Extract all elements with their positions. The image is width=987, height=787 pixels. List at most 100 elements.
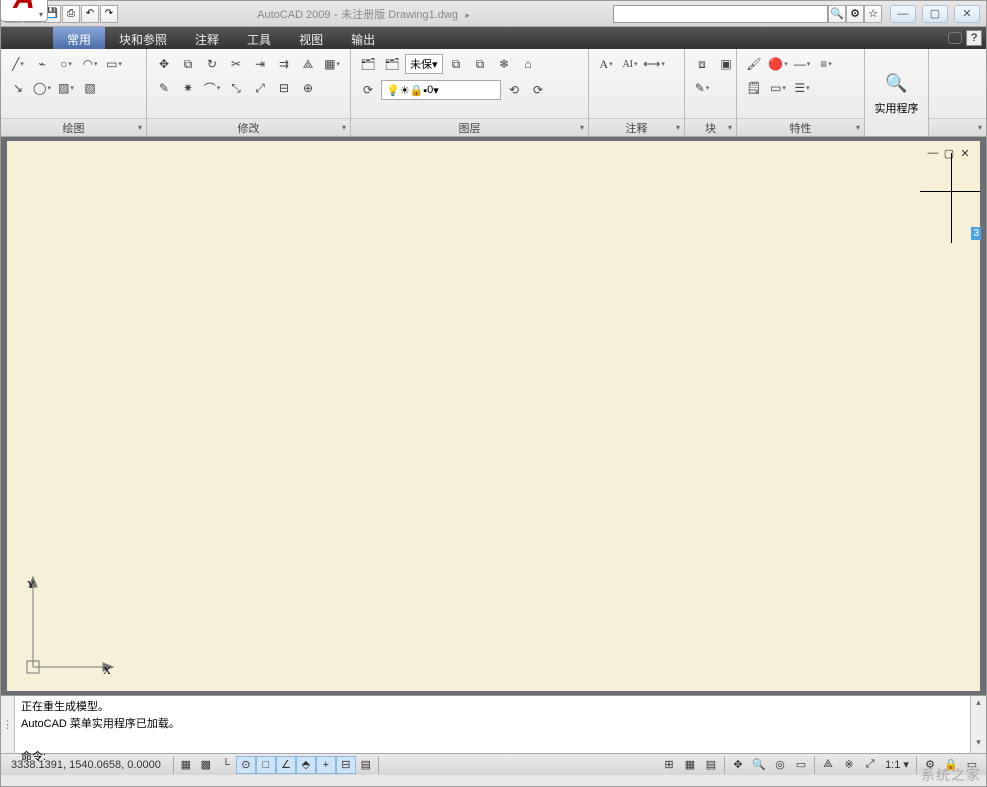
move-tool[interactable]: ✥ [153,53,175,75]
status-ducs[interactable]: ⬘ [296,756,316,774]
status-qp[interactable]: ▤ [356,756,376,774]
extend-tool[interactable]: ⇥ [249,53,271,75]
lineweight-dropdown[interactable]: ≡ [815,53,837,75]
status-grid[interactable]: ▩ [196,756,216,774]
status-osnap[interactable]: □ [256,756,276,774]
anno-scale-icon[interactable]: ⟁ [818,756,838,774]
mirror-tool[interactable]: ⟁ [297,53,319,75]
copy-tool[interactable]: ⧉ [177,53,199,75]
scale-tool[interactable]: ⤢ [249,77,271,99]
panel-title-properties[interactable]: 特性▾ [737,118,864,136]
anno-visibility[interactable]: ※ [839,756,859,774]
ellipse-tool[interactable]: ◯ [31,77,53,99]
anno-autoscale[interactable]: ⤢ [860,756,880,774]
command-text[interactable]: 正在重生成模型。 AutoCAD 菜单实用程序已加载。 命令: [15,696,970,753]
viewport-maximize[interactable]: ▢ [942,147,956,159]
erase-tool[interactable]: ✎ [153,77,175,99]
status-lwt[interactable]: ⊟ [336,756,356,774]
viewport-minimize[interactable]: — [926,147,940,159]
stretch-tool[interactable]: ⤡ [225,77,247,99]
viewport-tab-marker[interactable]: 3 [971,227,981,240]
layer-off-button[interactable]: ⌂ [517,53,539,75]
tab-注释[interactable]: 注释 [181,27,233,49]
layer-freeze-button[interactable]: ❄ [493,53,515,75]
status-ortho[interactable]: └ [216,756,236,774]
layer-iso-button[interactable]: ⧉ [445,53,467,75]
break-tool[interactable]: ⊟ [273,77,295,99]
help-button[interactable]: ? [966,30,982,46]
quickview-layouts[interactable]: ▦ [680,756,700,774]
pan[interactable]: ✥ [728,756,748,774]
viewport-close[interactable]: ✕ [958,147,972,159]
properties-palette-button[interactable]: 🗒 [743,77,765,99]
panel-title-draw[interactable]: 绘图▾ [1,118,146,136]
text-tool[interactable]: AI [619,53,641,75]
qat-undo[interactable]: ↶ [81,5,99,23]
quickview-drawings[interactable]: ▤ [701,756,721,774]
plot-style-dropdown[interactable]: ▭ [767,77,789,99]
layer-uniso-button[interactable]: ⧉ [469,53,491,75]
cursor-coordinates[interactable]: 3338.1391, 1540.0658, 0.0000 [1,759,171,771]
search-glass[interactable]: 🔍 [828,5,846,23]
layer-states-button[interactable]: 🗂 [381,53,403,75]
annotation-scale-dropdown[interactable]: 1:1 ▾ [881,756,913,774]
qat-print[interactable]: ⎙ [62,5,80,23]
tab-常用[interactable]: 常用 [53,27,105,49]
window-close[interactable]: ✕ [954,5,980,23]
panel-title-block[interactable]: 块▾ [685,118,736,136]
layer-walk-button[interactable]: ⟳ [527,79,549,101]
line-tool[interactable]: ╱ [7,53,29,75]
layer-properties-button[interactable]: 🗂 [357,53,379,75]
showmotion[interactable]: ▭ [791,756,811,774]
window-maximize[interactable]: ▢ [922,5,948,23]
drawing-area[interactable]: — ▢ ✕ 3 Y X [1,137,986,695]
mtext-tool[interactable]: A [595,53,617,75]
list-button[interactable]: ☰ [791,77,813,99]
offset-tool[interactable]: ⇉ [273,53,295,75]
panel-title-utility[interactable]: 实用程序 [875,100,919,116]
status-otrack[interactable]: ∠ [276,756,296,774]
search-gear[interactable]: ⚙ [846,5,864,23]
layer-current-dropdown[interactable]: 💡☀🔒▪ 0 ▾ [381,80,501,100]
tab-输出[interactable]: 输出 [337,27,389,49]
command-handle-icon[interactable]: ⋮ [1,696,15,753]
qat-redo[interactable]: ↷ [100,5,118,23]
search-favorite[interactable]: ☆ [864,5,882,23]
arc-tool[interactable]: ◠ [79,53,101,75]
rotate-tool[interactable]: ↻ [201,53,223,75]
fillet-tool[interactable]: ⌒ [201,77,223,99]
rectangle-tool[interactable]: ▭ [103,53,125,75]
polyline-tool[interactable]: ⌁ [31,53,53,75]
layer-state-dropdown[interactable]: 未保 ▾ [405,54,443,74]
block-edit-button[interactable]: ✎ [691,77,713,99]
panel-title-annotate[interactable]: 注释▾ [589,118,684,136]
trim-tool[interactable]: ✂ [225,53,247,75]
zoom[interactable]: 🔍 [749,756,769,774]
match-properties-button[interactable]: 🖌 [743,53,765,75]
hatch-tool[interactable]: ▨ [55,77,77,99]
layer-match-button[interactable]: ⟳ [357,79,379,101]
status-snap[interactable]: ▦ [176,756,196,774]
tab-工具[interactable]: 工具 [233,27,285,49]
window-minimize[interactable]: — [890,5,916,23]
layer-previous-button[interactable]: ⟲ [503,79,525,101]
region-tool[interactable]: ▧ [79,77,101,99]
ribbon-cycle-icon[interactable] [948,32,962,44]
infocenter-search-input[interactable] [613,5,828,23]
color-dropdown[interactable]: 🔴 [767,53,789,75]
construction-line-tool[interactable]: ↘ [7,77,29,99]
panel-title-modify[interactable]: 修改▾ [147,118,350,136]
tab-视图[interactable]: 视图 [285,27,337,49]
command-window[interactable]: ⋮ 正在重生成模型。 AutoCAD 菜单实用程序已加载。 命令: ▴▾ [1,695,986,753]
panel-title-layer[interactable]: 图层▾ [351,118,588,136]
block-insert-button[interactable]: ⧈ [691,53,713,75]
status-dyn[interactable]: + [316,756,336,774]
circle-tool[interactable]: ○ [55,53,77,75]
explode-tool[interactable]: ✷ [177,77,199,99]
status-polar[interactable]: ⊙ [236,756,256,774]
measure-tool-icon[interactable]: 🔍 [883,70,911,98]
model-space[interactable]: ⊞ [659,756,679,774]
command-scrollbar[interactable]: ▴▾ [970,696,986,753]
join-tool[interactable]: ⊕ [297,77,319,99]
tab-块和参照[interactable]: 块和参照 [105,27,181,49]
